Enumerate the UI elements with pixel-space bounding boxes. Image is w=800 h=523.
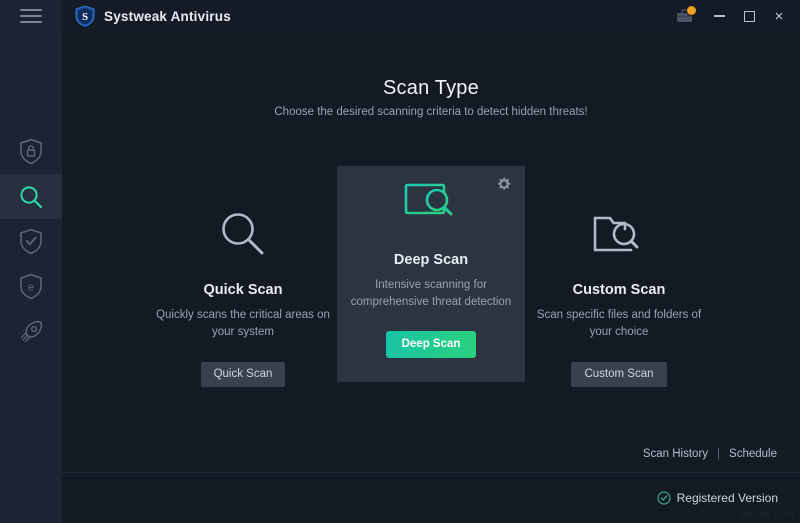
card-title: Quick Scan <box>204 282 283 298</box>
hamburger-menu-icon <box>20 9 42 23</box>
page-title: Scan Type <box>62 77 800 100</box>
scan-card-deep-scan[interactable]: Deep Scan Intensive scanning for compreh… <box>337 166 525 382</box>
minimize-icon <box>714 15 725 17</box>
shield-check-icon <box>19 228 43 255</box>
rocket-icon <box>18 319 44 345</box>
brand: S Systweak Antivirus <box>75 5 231 27</box>
registered-status: Registered Version <box>657 491 778 505</box>
notification-badge-icon <box>686 5 697 16</box>
card-icon-wrapper <box>403 178 459 234</box>
maximize-button[interactable] <box>734 1 764 31</box>
close-icon: × <box>775 9 784 24</box>
deep-scan-settings-button[interactable] <box>497 177 511 196</box>
main-panel: Scan Type Choose the desired scanning cr… <box>62 32 800 523</box>
app-window: S Systweak Antivirus × <box>0 0 800 523</box>
maximize-icon <box>744 11 755 22</box>
footer-links: Scan History | Schedule <box>643 448 777 460</box>
sidebar-item-scan[interactable] <box>0 174 62 219</box>
window-controls: × <box>670 1 800 31</box>
quick-scan-button[interactable]: Quick Scan <box>201 362 286 387</box>
gear-icon <box>497 177 511 191</box>
svg-text:e: e <box>28 282 34 294</box>
registered-version-label: Registered Version <box>677 491 778 505</box>
page-subtitle: Choose the desired scanning criteria to … <box>62 106 800 118</box>
status-bar: Registered Version wcsdn.com <box>62 472 800 523</box>
card-title: Custom Scan <box>573 282 666 298</box>
sidebar-item-optimize[interactable] <box>0 309 62 354</box>
link-separator: | <box>717 448 720 460</box>
card-description: Scan specific files and folders of your … <box>531 307 707 340</box>
check-circle-icon <box>657 491 671 505</box>
monitor-magnifier-icon <box>403 181 459 231</box>
schedule-link[interactable]: Schedule <box>729 448 777 460</box>
shield-lock-icon <box>19 138 43 165</box>
sidebar-item-exploit[interactable]: e <box>0 264 62 309</box>
scan-type-content: Scan Type Choose the desired scanning cr… <box>62 32 800 472</box>
card-icon-wrapper <box>591 206 647 262</box>
svg-text:S: S <box>82 11 88 23</box>
sidebar-item-status[interactable] <box>0 219 62 264</box>
minimize-button[interactable] <box>704 1 734 31</box>
scan-card-custom-scan[interactable]: Custom Scan Scan specific files and fold… <box>525 180 713 387</box>
card-icon-wrapper <box>217 206 269 262</box>
scan-card-quick-scan[interactable]: Quick Scan Quickly scans the critical ar… <box>149 180 337 387</box>
app-title: Systweak Antivirus <box>104 9 231 24</box>
sidebar-item-protection[interactable] <box>0 129 62 174</box>
hamburger-menu-button[interactable] <box>0 0 62 32</box>
deep-scan-button[interactable]: Deep Scan <box>386 331 477 358</box>
watermark: wcsdn.com <box>741 510 794 521</box>
folder-magnifier-icon <box>591 209 647 259</box>
scan-history-link[interactable]: Scan History <box>643 448 708 460</box>
title-bar: S Systweak Antivirus × <box>0 0 800 32</box>
shield-s-logo-icon: S <box>75 5 95 27</box>
magnifier-icon <box>217 208 269 260</box>
card-title: Deep Scan <box>394 252 468 268</box>
shield-e-icon: e <box>19 273 43 300</box>
scan-cards: Quick Scan Quickly scans the critical ar… <box>62 180 800 387</box>
custom-scan-button[interactable]: Custom Scan <box>571 362 666 387</box>
body-wrapper: e Scan Type Choose the desired scanning … <box>0 32 800 523</box>
sidebar: e <box>0 32 62 523</box>
close-button[interactable]: × <box>764 1 794 31</box>
card-description: Intensive scanning for comprehensive thr… <box>343 277 519 310</box>
search-icon <box>18 184 44 210</box>
card-description: Quickly scans the critical areas on your… <box>155 307 331 340</box>
toolbox-button[interactable] <box>670 1 700 31</box>
